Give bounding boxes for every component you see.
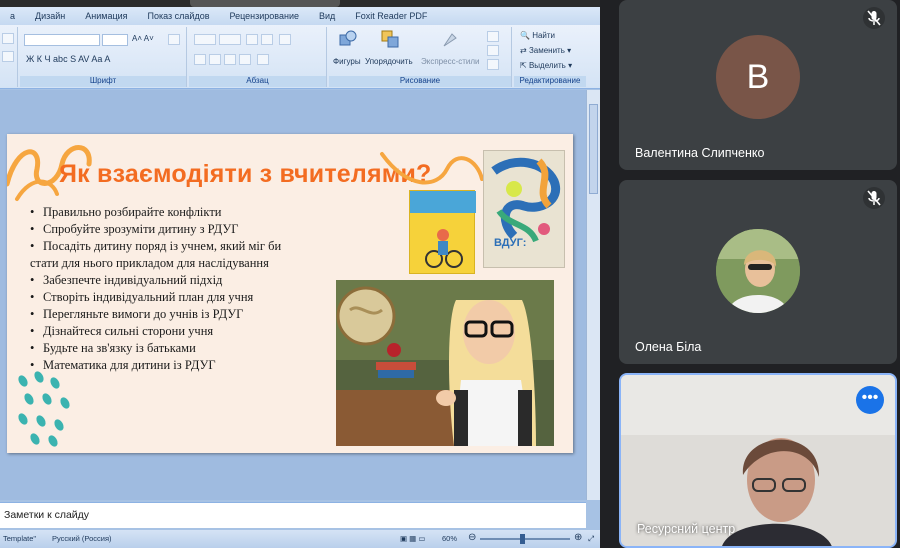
bullet-item: Створіть індивідуальний план для учня [27,289,357,306]
template-name: Template" [3,534,37,543]
participant-tile-active[interactable]: ••• Ресурсний центр [619,373,897,548]
quick-styles-icon [443,33,457,47]
replace-button[interactable]: ⇄ Заменить ▾ [520,46,571,55]
ribbon-tabs: а Дизайн Анимация Показ слайдов Рецензир… [0,7,600,25]
shapes-button[interactable]: Фигуры [333,57,361,66]
slide-title: Як взаємодіяти з вчителями? [59,160,432,188]
find-button[interactable]: 🔍 Найти [520,31,555,40]
font-style-buttons[interactable]: Ж К Ч abc S AV Aa A [26,54,110,64]
decrease-indent-button[interactable] [246,34,258,45]
shape-outline-button[interactable] [487,45,499,56]
girl-globe-photo [336,280,554,446]
zoom-slider[interactable] [480,538,570,540]
font-size-select[interactable] [102,34,128,46]
paragraph-group-label: Абзац [189,76,326,87]
book-title: ВДУГ: [494,237,527,249]
zoom-in-button[interactable]: ⊕ [574,532,582,543]
shared-screen: а Дизайн Анимация Показ слайдов Рецензир… [0,0,600,548]
ribbon: A˄ A˅ Ж К Ч abc S AV Aa A Шрифт Абзац Фи… [0,25,600,89]
participant-name: Олена Біла [635,340,702,354]
avatar: B [716,35,800,119]
book-cover-image-2: ВДУГ: [483,150,565,268]
bullet-item: Будьте на зв'язку із батьками [27,340,357,357]
mic-off-icon [863,187,885,209]
meeting-view: а Дизайн Анимация Показ слайдов Рецензир… [0,0,900,548]
language-indicator[interactable]: Русский (Россия) [52,534,112,543]
bullet-item: Перегляньте вимоги до учнів із РДУГ [27,306,357,323]
zoom-slider-thumb[interactable] [520,534,525,544]
editing-group-label: Редактирование [514,76,586,87]
align-center-button[interactable] [209,54,221,65]
shapes-icon [339,30,357,46]
quick-styles-button[interactable]: Экспресс-стили [421,57,480,66]
scrollbar-thumb[interactable] [589,104,598,194]
arrange-button[interactable]: Упорядочить [365,57,413,66]
book-cover-image-1 [409,190,476,274]
increase-indent-button[interactable] [261,34,273,45]
bullet-item-continuation: стати для нього прикладом для наслідуван… [30,256,269,270]
clipboard-group [0,27,18,87]
bullets-button[interactable] [194,34,216,45]
zoom-out-button[interactable]: ⊖ [468,532,476,543]
participant-name: Ресурсний центр [637,522,736,536]
editing-group: 🔍 Найти ⇄ Заменить ▾ ⇱ Выделить ▾ Редакт… [514,27,586,87]
align-left-button[interactable] [194,54,206,65]
participant-name: Валентина Слипченко [635,146,765,160]
tab-animation[interactable]: Анимация [75,11,137,21]
orange-loop-decoration [380,152,484,185]
font-group-label: Шрифт [20,76,186,87]
select-label: Выделить [528,61,566,70]
slide-canvas[interactable]: Як взаємодіяти з вчителями? Правильно ро… [7,134,573,453]
shape-effects-button[interactable] [487,59,499,70]
font-group: A˄ A˅ Ж К Ч abc S AV Aa A Шрифт [20,27,187,87]
shape-fill-button[interactable] [487,31,499,42]
vertical-scrollbar[interactable] [586,90,600,500]
clear-format-button[interactable] [168,34,180,45]
avatar [716,229,800,313]
replace-label: Заменить [528,46,565,55]
teal-dots-decoration [18,371,70,447]
tab-home[interactable]: а [0,11,25,21]
find-label: Найти [532,31,556,40]
participant-tile[interactable]: B Валентина Слипченко [619,0,897,170]
bullet-item: Забезпечте індивідуальний підхід [27,272,357,289]
bullet-item: Правильно розбирайте конфлікти [27,204,357,221]
slide-notes-field[interactable]: Заметки к слайду [0,502,586,528]
paragraph-group: Абзац [189,27,327,87]
font-name-select[interactable] [24,34,100,46]
align-right-button[interactable] [224,54,236,65]
participant-tile[interactable]: Олена Біла [619,180,897,364]
tab-foxit[interactable]: Foxit Reader PDF [345,11,437,21]
mic-off-icon [863,7,885,29]
view-buttons[interactable]: ▣ ▦ ▭ [400,534,425,543]
drawing-group: Фигуры Упорядочить Экспресс-стили Рисова… [329,27,512,87]
tab-view[interactable]: Вид [309,11,345,21]
bullet-item: Спробуйте зрозуміти дитину з РДУГ [27,221,357,238]
format-painter-button[interactable] [2,51,14,62]
justify-button[interactable] [239,54,251,65]
drawing-group-label: Рисование [329,76,511,87]
numbering-button[interactable] [219,34,241,45]
zoom-level[interactable]: 60% [442,534,457,543]
bullet-list: Правильно розбирайте конфлікти Спробуйте… [27,204,357,374]
font-grow-icon[interactable]: A˄ A˅ [132,34,154,43]
arrange-icon [381,30,399,48]
columns-button[interactable] [257,54,269,65]
copy-button[interactable] [2,33,14,44]
select-button[interactable]: ⇱ Выделить ▾ [520,61,572,70]
tab-review[interactable]: Рецензирование [220,11,310,21]
status-bar: Template" Русский (Россия) ▣ ▦ ▭ 60% ⊖ ⊕… [0,530,600,548]
window-top-strip [0,0,600,7]
fit-slide-icon[interactable]: ⤢ [588,534,594,544]
tab-slideshow[interactable]: Показ слайдов [138,11,220,21]
more-options-button[interactable]: ••• [856,386,884,414]
line-spacing-button[interactable] [279,34,291,45]
bullet-item: Посадіть дитину поряд із учнем, який міг… [27,238,357,255]
tab-design[interactable]: Дизайн [25,11,75,21]
bullet-item: Дізнайтеся сильні сторони учня [27,323,357,340]
